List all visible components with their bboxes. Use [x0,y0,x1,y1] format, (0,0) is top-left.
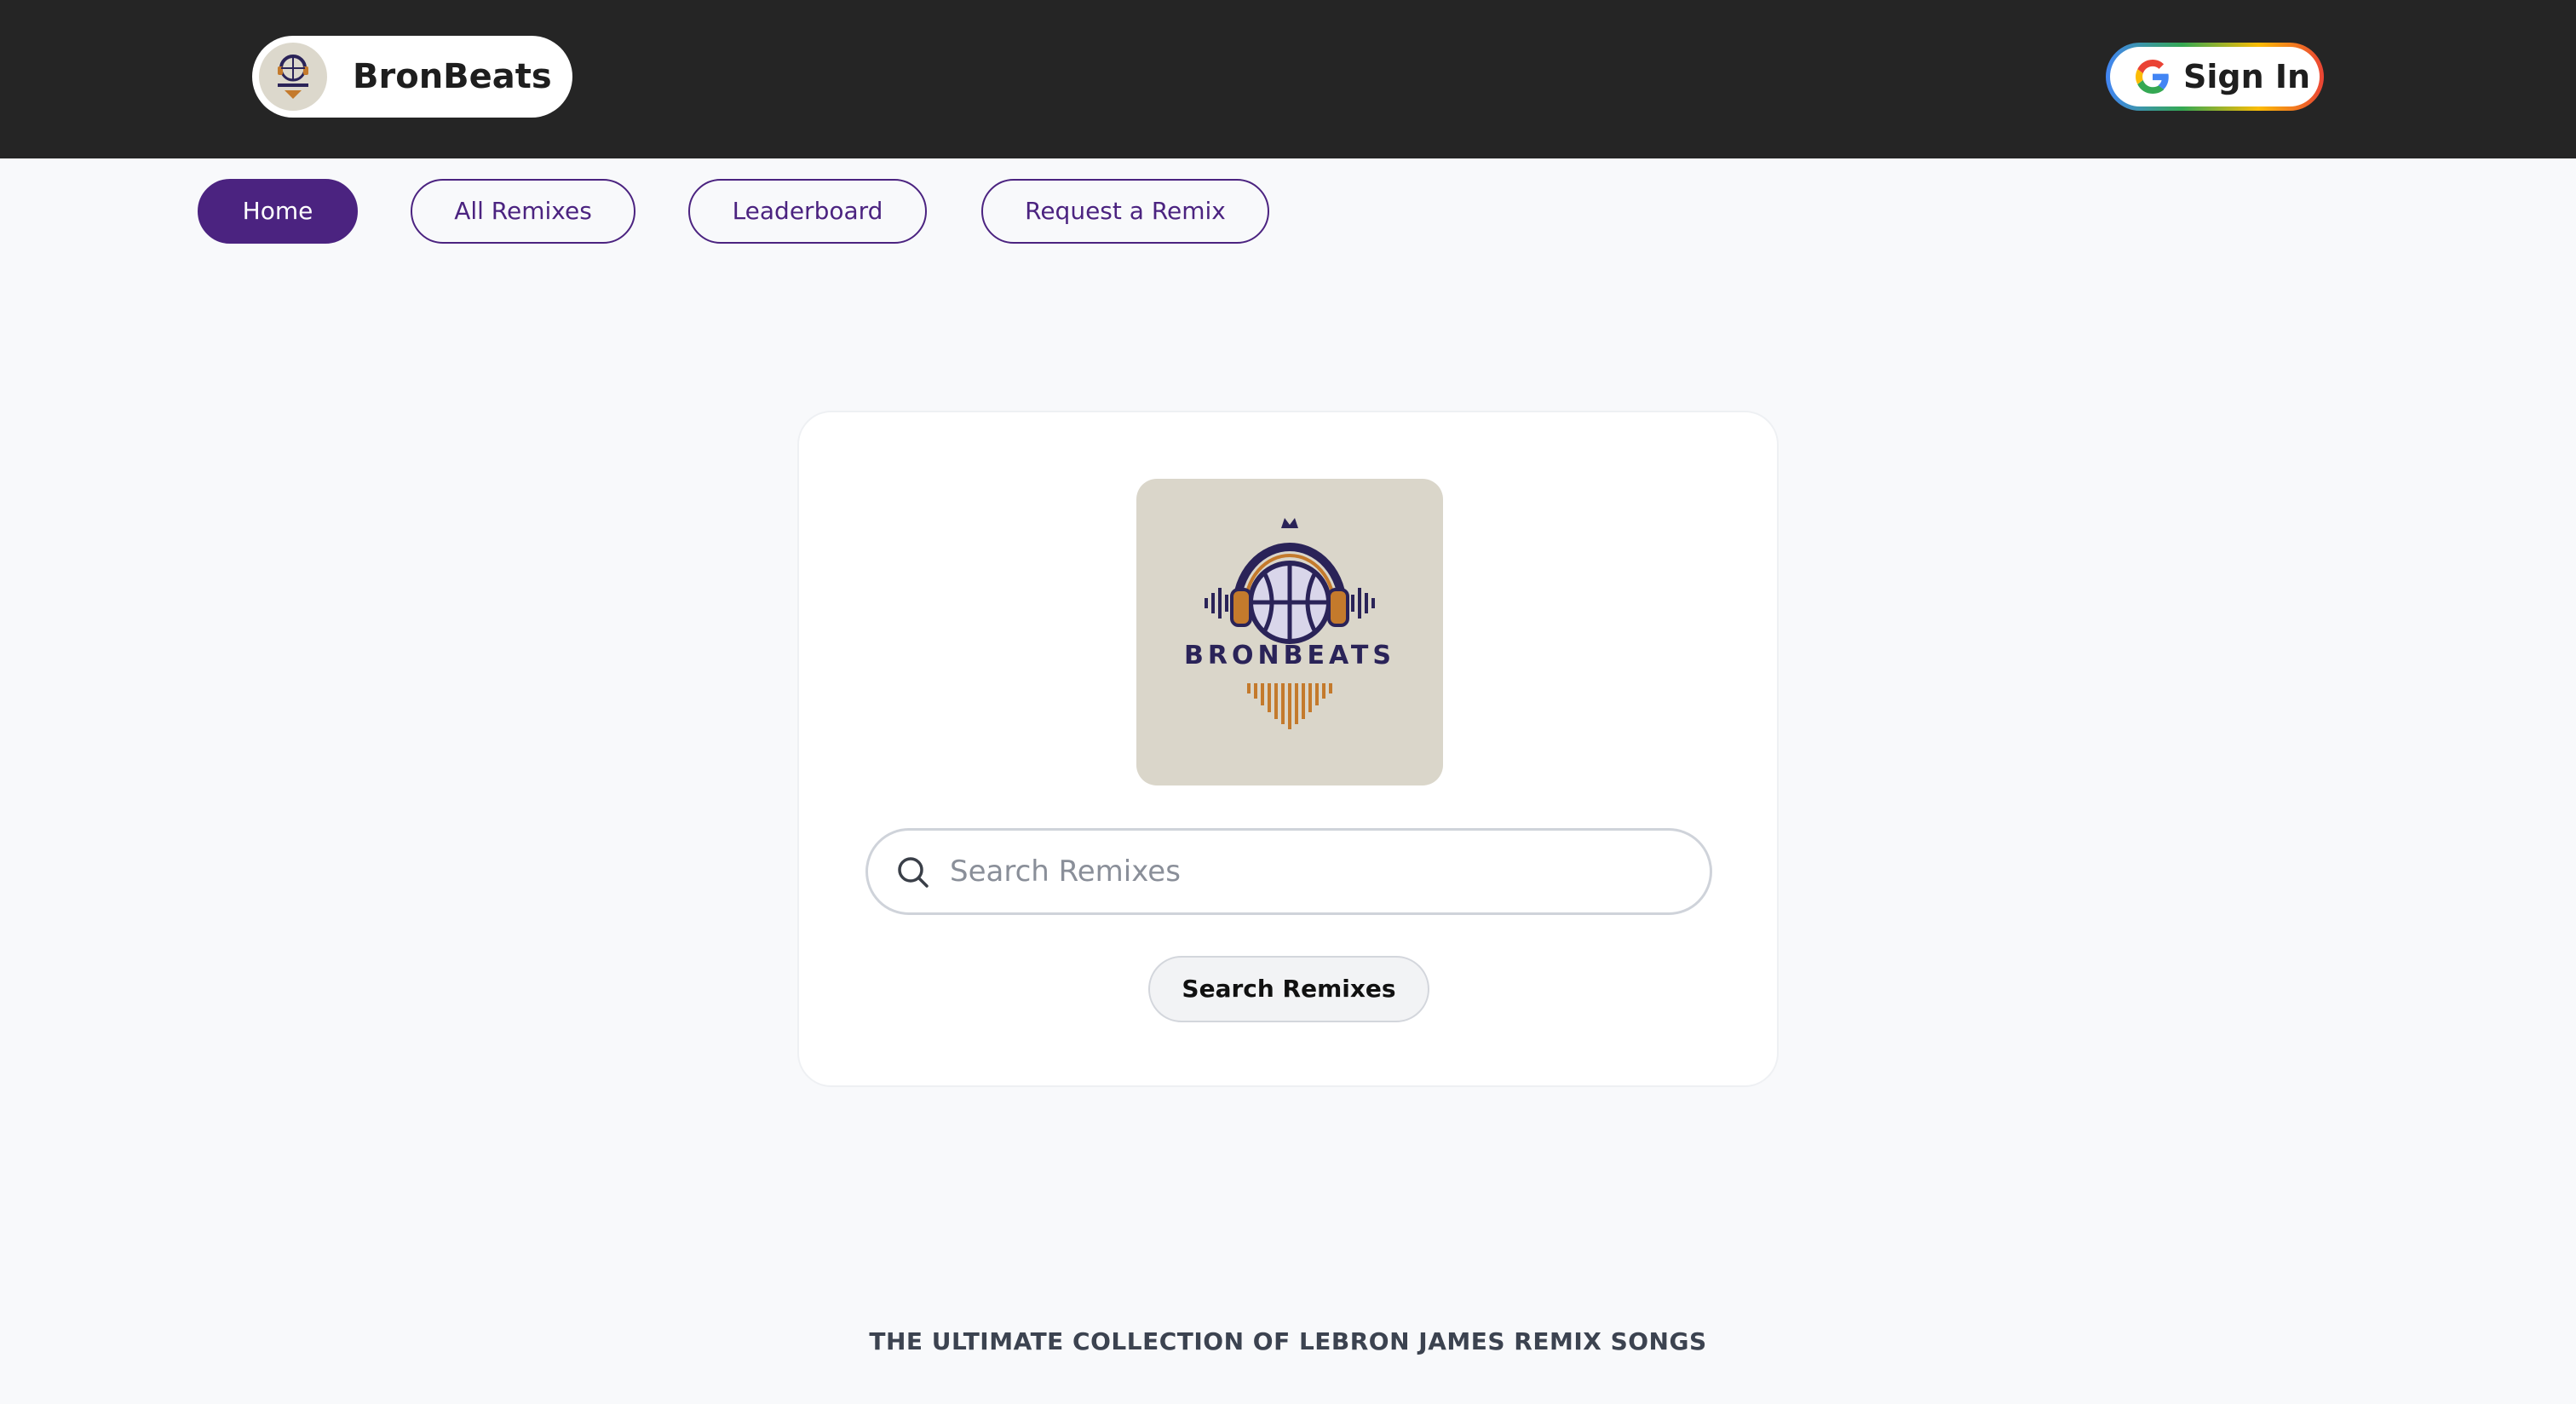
top-header: BronBeats Sign In [0,0,2576,158]
google-sign-in-button[interactable]: Sign In [2106,43,2324,111]
search-input[interactable] [950,831,1682,912]
nav-all-remixes[interactable]: All Remixes [411,179,635,244]
sign-in-label: Sign In [2183,58,2311,95]
footer-tagline: THE ULTIMATE COLLECTION OF LEBRON JAMES … [869,1327,1707,1355]
nav-leaderboard[interactable]: Leaderboard [688,179,927,244]
google-g-icon [2136,60,2169,94]
search-remixes-button[interactable]: Search Remixes [1148,956,1429,1022]
basketball-headphones-logo-icon: BRONBEATS [1136,479,1443,785]
brand-home-link[interactable]: BronBeats [252,36,572,118]
brand-name: BronBeats [353,57,552,96]
nav-request-remix[interactable]: Request a Remix [981,179,1269,244]
search-icon [898,857,929,888]
logo-wordmark: BRONBEATS [1184,641,1395,670]
search-field[interactable] [865,828,1712,915]
search-card: BRONBEATS Search Remixes [797,411,1779,1087]
brand-logo-icon [259,43,327,111]
nav-home[interactable]: Home [198,179,358,244]
